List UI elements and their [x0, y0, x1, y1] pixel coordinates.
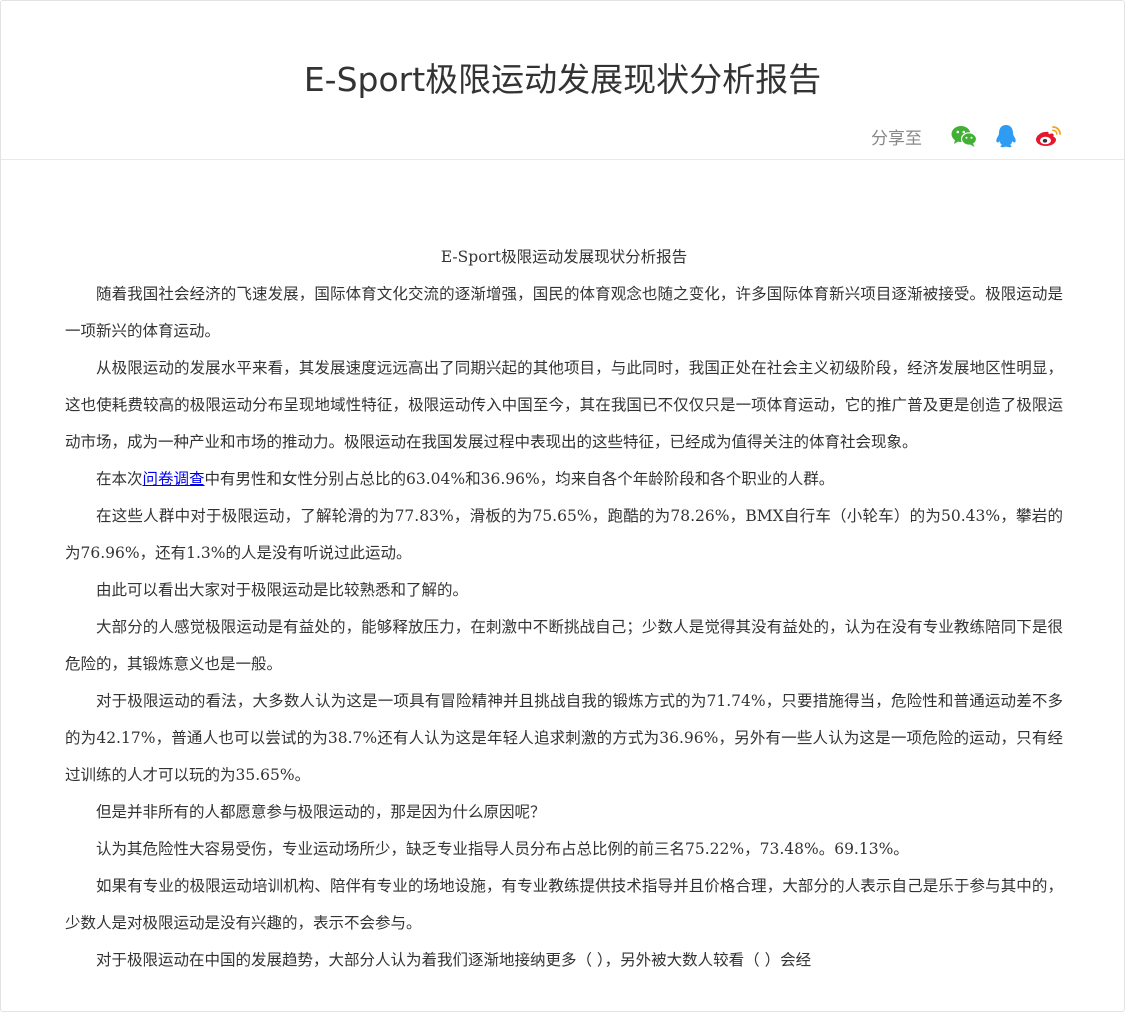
paragraph: 随着我国社会经济的飞速发展，国际体育文化交流的逐渐增强，国民的体育观念也随之变化… — [65, 285, 1063, 340]
article-body: E-Sport极限运动发展现状分析报告 随着我国社会经济的飞速发展，国际体育文化… — [65, 239, 1063, 979]
article-header: E-Sport极限运动发展现状分析报告 分享至 — [1, 1, 1124, 160]
share-bar: 分享至 — [871, 123, 1062, 149]
article-card: E-Sport极限运动发展现状分析报告 分享至 E-Sport极限运动发展现状分… — [0, 0, 1125, 1012]
weibo-icon[interactable] — [1034, 123, 1062, 149]
paragraph: 从极限运动的发展水平来看，其发展速度远远高出了同期兴起的其他项目，与此同时，我国… — [65, 359, 1063, 451]
paragraph: 在这些人群中对于极限运动，了解轮滑的为77.83%，滑板的为75.65%，跑酷的… — [65, 507, 1063, 562]
paragraph-text: 中有男性和女性分别占总比的63.04%和36.96%，均来自各个年龄阶段和各个职… — [204, 470, 835, 488]
wechat-icon[interactable] — [950, 123, 978, 149]
paragraph: 但是并非所有的人都愿意参与极限运动的，那是因为什么原因呢？ — [96, 803, 546, 821]
paragraph: 对于极限运动在中国的发展趋势，大部分人认为着我们逐渐地接纳更多（ ），另外被大数… — [96, 951, 812, 969]
paragraph: 在本次问卷调查中有男性和女性分别占总比的63.04%和36.96%，均来自各个年… — [65, 461, 1063, 498]
document-heading: E-Sport极限运动发展现状分析报告 — [440, 248, 688, 266]
survey-link[interactable]: 问卷调查 — [143, 470, 205, 488]
paragraph: 由此可以看出大家对于极限运动是比较熟悉和了解的。 — [96, 581, 469, 599]
paragraph-text: 在本次 — [96, 470, 143, 488]
share-label: 分享至 — [871, 128, 922, 149]
paragraph: 如果有专业的极限运动培训机构、陪伴有专业的场地设施，有专业教练提供技术指导并且价… — [65, 877, 1063, 932]
page-title: E-Sport极限运动发展现状分析报告 — [303, 60, 822, 99]
paragraph: 大部分的人感觉极限运动是有益处的，能够释放压力，在刺激中不断挑战自己；少数人是觉… — [65, 618, 1063, 673]
qq-icon[interactable] — [992, 123, 1020, 149]
paragraph: 对于极限运动的看法，大多数人认为这是一项具有冒险精神并且挑战自我的锻炼方式的为7… — [65, 692, 1063, 784]
paragraph: 认为其危险性大容易受伤，专业运动场所少，缺乏专业指导人员分布占总比例的前三名75… — [96, 840, 909, 858]
